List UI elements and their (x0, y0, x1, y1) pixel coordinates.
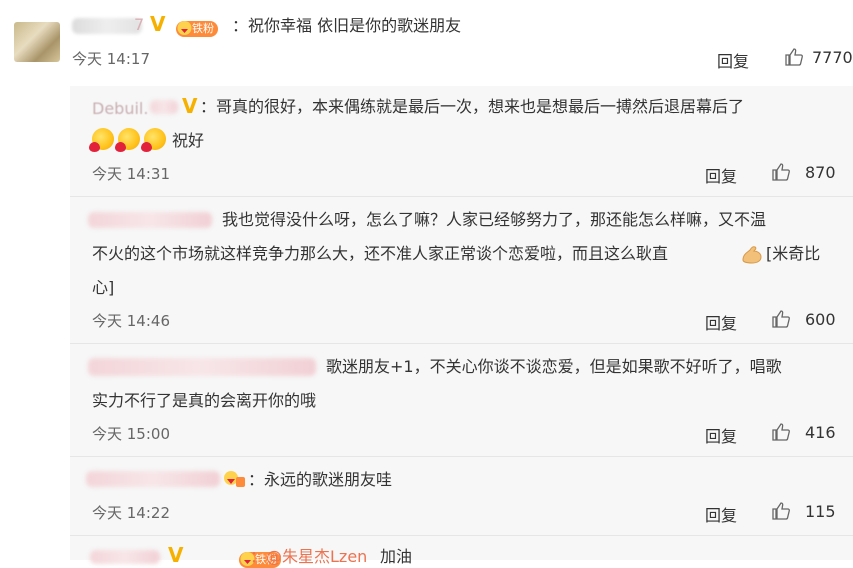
v-badge-icon: V (168, 543, 184, 567)
reply-text: 祝好 (172, 131, 205, 150)
reply-text: [米奇比 (766, 244, 821, 263)
reply-time: 今天 15:00 (92, 425, 170, 443)
username-suffix[interactable]: 7 (134, 14, 144, 36)
fan-badge-icon (224, 471, 245, 487)
mention-link[interactable]: ：@朱星杰Lzen (250, 546, 367, 568)
reply-text: 加油 (380, 547, 413, 566)
username-blurred[interactable] (88, 212, 212, 228)
fan-badge-icon (177, 21, 192, 35)
username-blurred[interactable] (72, 18, 142, 34)
reply-text: 歌迷朋友+1，不关心你谈不谈恋爱，但是如果歌不好听了，唱歌 (326, 357, 782, 376)
reply-username[interactable]: Debuil. (92, 98, 148, 120)
username-blurred[interactable] (90, 550, 160, 564)
like-count: 115 (805, 502, 836, 521)
reply-time: 今天 14:22 (92, 504, 170, 522)
like-count: 7770 (812, 48, 853, 67)
reply-time: 今天 14:46 (92, 312, 170, 330)
divider (70, 456, 853, 457)
muscle-emoji (742, 246, 762, 264)
divider (70, 196, 853, 197)
comment-time: 今天 14:17 (72, 50, 150, 68)
like-count: 600 (805, 310, 836, 329)
username-blurred[interactable] (88, 358, 316, 376)
smile-heart-emoji (141, 128, 166, 152)
thumbs-up-icon[interactable] (771, 309, 791, 329)
thumbs-up-icon[interactable] (771, 501, 791, 521)
like-count: 416 (805, 423, 836, 442)
thumbs-up-icon[interactable] (771, 162, 791, 182)
username-blurred[interactable] (150, 100, 178, 114)
reply-text: 心] (92, 278, 115, 297)
divider (70, 535, 853, 536)
reply-button[interactable]: 回复 (717, 48, 749, 72)
reply-button[interactable]: 回复 (705, 310, 737, 334)
comment-text: ：祝你幸福 依旧是你的歌迷朋友 (232, 16, 462, 35)
reply-text: ：永远的歌迷朋友哇 (248, 470, 393, 489)
thumbs-up-icon[interactable] (784, 47, 804, 67)
reply-time: 今天 14:31 (92, 165, 170, 183)
reply-button[interactable]: 回复 (705, 502, 737, 526)
smile-heart-emoji (89, 128, 114, 152)
reply-text: 我也觉得没什么呀，怎么了嘛？人家已经够努力了，那还能怎么样嘛，又不温 (222, 210, 767, 229)
like-count: 870 (805, 163, 836, 182)
v-badge-icon: V (150, 12, 166, 36)
divider (70, 343, 853, 344)
reply-text: 实力不行了是真的会离开你的哦 (92, 391, 317, 410)
v-badge-icon: V (182, 94, 198, 118)
username-blurred[interactable] (86, 471, 220, 487)
thumbs-up-icon[interactable] (771, 422, 791, 442)
emoji-group (89, 128, 166, 152)
reply-text: ：哥真的很好，本来偶练就是最后一次，想来也是想最后一搏然后退居幕后了 (200, 97, 745, 116)
fan-badge: 铁粉 (176, 21, 218, 37)
reply-button[interactable]: 回复 (705, 163, 737, 187)
reply-button[interactable]: 回复 (705, 423, 737, 447)
smile-heart-emoji (115, 128, 140, 152)
avatar[interactable] (14, 22, 60, 62)
fan-badge-label: 铁粉 (192, 22, 214, 35)
reply-text: 不火的这个市场就这样竞争力那么大，还不准人家正常谈个恋爱啦，而且这么耿直 (92, 244, 669, 263)
